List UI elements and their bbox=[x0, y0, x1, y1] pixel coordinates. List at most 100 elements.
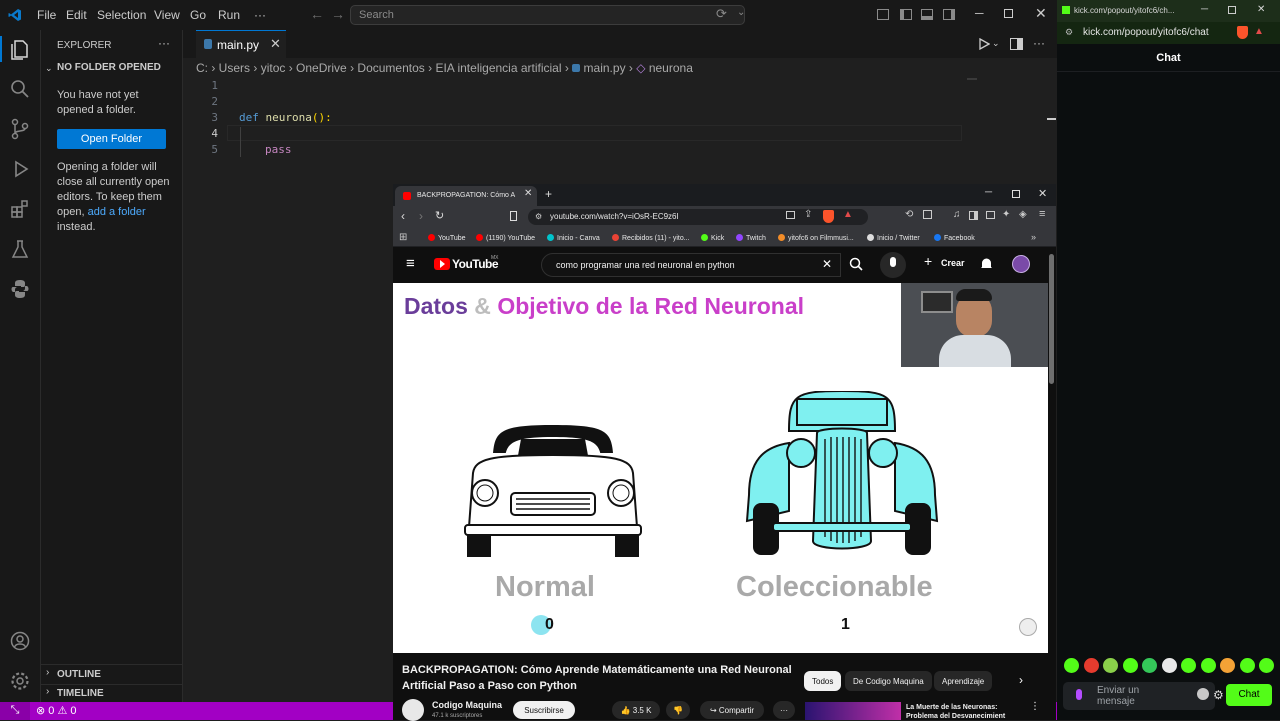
chevron-right-icon[interactable]: › bbox=[1019, 673, 1023, 687]
search-icon[interactable] bbox=[9, 78, 31, 100]
extensions-puzzle-icon[interactable]: ✦ bbox=[1002, 209, 1010, 220]
sidebar-icon[interactable] bbox=[969, 211, 978, 220]
dislike-button[interactable]: 👎 bbox=[666, 701, 690, 719]
forward-arrow-icon[interactable]: → bbox=[331, 6, 345, 22]
share-button[interactable]: ↪ Compartir bbox=[700, 701, 764, 719]
emote[interactable] bbox=[1220, 658, 1235, 673]
run-debug-icon[interactable] bbox=[9, 158, 31, 180]
chevron-down-icon[interactable]: ⌄ bbox=[45, 63, 53, 74]
avatar[interactable] bbox=[1012, 255, 1030, 273]
breadcrumb-item[interactable]: Documentos bbox=[357, 61, 424, 75]
settings-gear-icon[interactable] bbox=[9, 670, 31, 692]
menu-go[interactable]: Go bbox=[190, 8, 206, 22]
explorer-more-icon[interactable]: ··· bbox=[158, 36, 170, 50]
cast-icon[interactable] bbox=[786, 211, 795, 219]
maximize-icon[interactable] bbox=[1012, 190, 1020, 198]
breadcrumb-item[interactable]: EIA inteligencia artificial bbox=[435, 61, 561, 75]
chat-message-input[interactable]: Enviar un mensaje bbox=[1063, 682, 1215, 710]
minimap[interactable] bbox=[967, 78, 977, 80]
chat-messages-area[interactable] bbox=[1057, 73, 1280, 653]
back-arrow-icon[interactable]: ‹ bbox=[401, 209, 405, 223]
copilot-icon[interactable]: ⟳ bbox=[716, 6, 727, 22]
apps-grid-icon[interactable]: ⊞ bbox=[399, 232, 407, 243]
remote-icon[interactable]: ⤡ bbox=[0, 702, 30, 720]
python-icon[interactable] bbox=[9, 278, 31, 300]
tab-main-py[interactable]: main.py ✕ bbox=[196, 30, 286, 58]
reload-icon[interactable]: ↻ bbox=[435, 209, 444, 222]
channel-avatar[interactable] bbox=[402, 699, 424, 721]
breadcrumb-item[interactable]: neurona bbox=[649, 61, 693, 75]
emote[interactable] bbox=[1103, 658, 1118, 673]
layout-customize-icon[interactable] bbox=[877, 9, 889, 20]
chevron-down-icon[interactable]: ⌄ bbox=[992, 38, 1000, 49]
emoji-icon[interactable] bbox=[1197, 688, 1209, 700]
channel-name[interactable]: Codigo Maquina bbox=[432, 700, 502, 710]
open-folder-button[interactable]: Open Folder bbox=[57, 129, 166, 149]
brave-rewards-icon[interactable]: ▲ bbox=[843, 209, 853, 220]
subscribe-button[interactable]: Suscribirse bbox=[513, 701, 575, 719]
code-line-5[interactable]: pass bbox=[265, 143, 292, 156]
menu-hamburger-icon[interactable]: ≡ bbox=[1039, 208, 1045, 220]
more-bookmarks-icon[interactable]: » bbox=[1031, 232, 1036, 242]
new-tab-icon[interactable]: + bbox=[545, 187, 552, 201]
send-chat-button[interactable]: Chat bbox=[1226, 684, 1272, 706]
brave-rewards-icon[interactable]: ▲ bbox=[1254, 26, 1264, 37]
chip-todos[interactable]: Todos bbox=[804, 671, 842, 691]
emote[interactable] bbox=[1084, 658, 1099, 673]
emote[interactable] bbox=[1064, 658, 1079, 673]
split-editor-icon[interactable] bbox=[1010, 38, 1023, 50]
bookmark-item[interactable]: Inicio / Twitter bbox=[867, 234, 920, 242]
toggle-secondary-sidebar-icon[interactable] bbox=[943, 9, 955, 20]
search-icon[interactable] bbox=[849, 257, 863, 271]
outline-section[interactable]: OUTLINE bbox=[57, 669, 101, 680]
bookmark-item[interactable]: Inicio - Canva bbox=[547, 234, 600, 242]
add-folder-link[interactable]: add a folder bbox=[88, 206, 146, 218]
recommended-thumbnail[interactable] bbox=[805, 702, 901, 720]
forward-arrow-icon[interactable]: › bbox=[419, 209, 423, 223]
close-window-icon[interactable]: ✕ bbox=[1257, 4, 1265, 15]
bookmark-item[interactable]: YouTube bbox=[428, 234, 466, 242]
youtube-search-input[interactable]: como programar una red neuronal en pytho… bbox=[541, 253, 841, 277]
menu-selection[interactable]: Selection bbox=[97, 8, 146, 22]
bookmark-item[interactable]: Kick bbox=[701, 234, 724, 242]
minimize-icon[interactable]: ─ bbox=[985, 187, 992, 198]
menu-file[interactable]: File bbox=[37, 8, 56, 22]
chevron-down-icon[interactable]: ⌄ bbox=[737, 7, 745, 18]
minimize-icon[interactable]: ─ bbox=[975, 6, 984, 20]
wallet-icon[interactable] bbox=[986, 211, 995, 219]
recommended-title[interactable]: La Muerte de las Neuronas: Problema del … bbox=[906, 703, 1024, 721]
page-scrollbar[interactable] bbox=[1049, 254, 1054, 384]
create-plus-icon[interactable]: + bbox=[924, 253, 932, 269]
breadcrumb-item[interactable]: Users bbox=[219, 61, 250, 75]
breadcrumb-item[interactable]: C: bbox=[196, 61, 208, 75]
notifications-bell-icon[interactable] bbox=[980, 257, 993, 271]
testing-flask-icon[interactable] bbox=[9, 238, 31, 260]
chip-aprendizaje[interactable]: Aprendizaje bbox=[934, 671, 993, 691]
clear-search-icon[interactable]: ✕ bbox=[822, 257, 832, 271]
maximize-icon[interactable] bbox=[1228, 6, 1236, 14]
command-center-search[interactable]: Search bbox=[350, 5, 745, 25]
bookmark-item[interactable]: Recibidos (11) - yito... bbox=[612, 234, 690, 242]
bookmark-item[interactable]: Facebook bbox=[934, 234, 975, 242]
brave-shield-icon[interactable] bbox=[823, 210, 834, 223]
chip-de-codigo-maquina[interactable]: De Codigo Maquina bbox=[845, 671, 932, 691]
bookmark-item[interactable]: Twitch bbox=[736, 234, 766, 242]
extension-icon[interactable] bbox=[923, 210, 932, 219]
menu-run[interactable]: Run bbox=[218, 8, 240, 22]
code-line-3[interactable]: def neurona(): bbox=[239, 111, 332, 124]
create-button[interactable]: Crear bbox=[941, 258, 965, 268]
maximize-icon[interactable] bbox=[1004, 9, 1013, 18]
microphone-icon[interactable] bbox=[1076, 689, 1082, 700]
address-bar[interactable]: ⚙ youtube.com/watch?v=iOsR-EC9z6I bbox=[528, 209, 868, 225]
like-button[interactable]: 👍 3.5 K bbox=[612, 701, 660, 719]
toggle-sidebar-icon[interactable] bbox=[900, 9, 912, 20]
breadcrumb-item[interactable]: main.py bbox=[584, 61, 626, 75]
more-actions-icon[interactable]: ··· bbox=[773, 701, 795, 719]
close-window-icon[interactable]: ✕ bbox=[1035, 5, 1047, 22]
emote[interactable] bbox=[1259, 658, 1274, 673]
close-tab-icon[interactable]: ✕ bbox=[524, 188, 532, 199]
chevron-right-icon[interactable]: › bbox=[46, 667, 49, 678]
channel-watermark-icon[interactable] bbox=[1019, 618, 1037, 636]
extension-icon[interactable]: ⟲ bbox=[905, 209, 913, 220]
chevron-right-icon[interactable]: › bbox=[46, 686, 49, 697]
